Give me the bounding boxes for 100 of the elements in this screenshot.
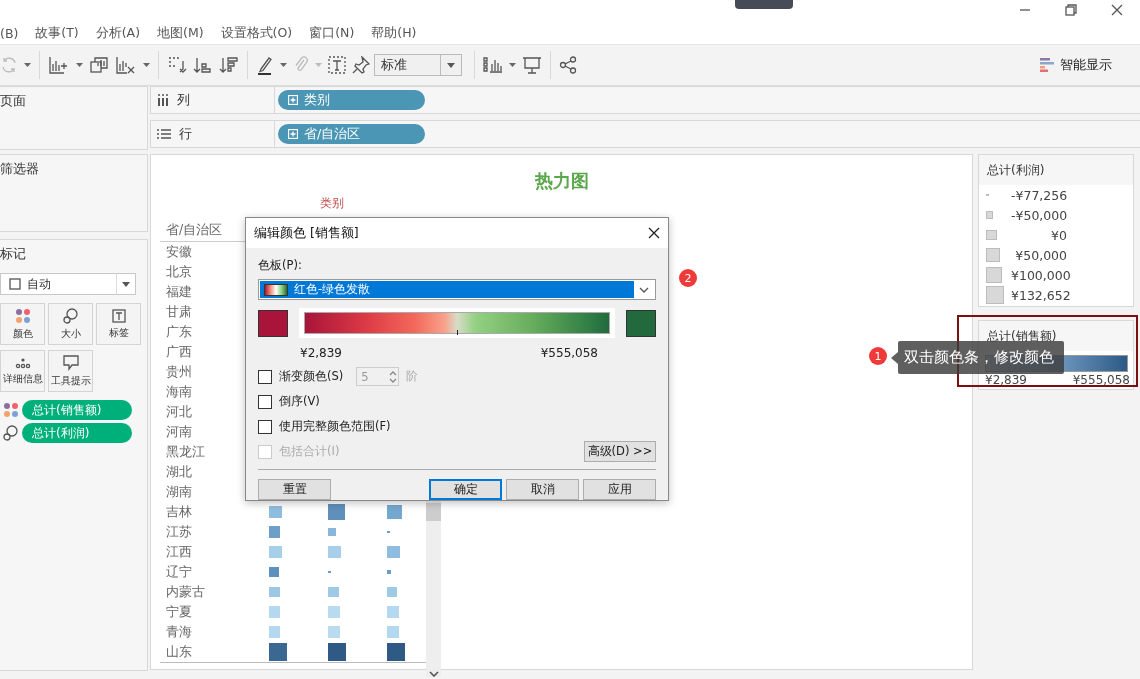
palette-label: 色板(P): bbox=[258, 258, 302, 272]
checkbox-label: 包括合计(I) bbox=[279, 444, 340, 459]
min-value: ¥2,839 bbox=[300, 346, 342, 360]
chevron-down-icon bbox=[639, 286, 649, 293]
callout-tooltip: 双击颜色条，修改颜色 bbox=[898, 341, 1064, 374]
mark-type-dropdown[interactable]: 自动 bbox=[0, 273, 136, 295]
spin-arrows-icon bbox=[388, 369, 399, 384]
caret-icon[interactable] bbox=[280, 63, 287, 67]
checkbox-label: 渐变颜色(S) bbox=[279, 369, 344, 384]
menu-item[interactable]: 地图(M) bbox=[157, 24, 204, 42]
caret-icon[interactable] bbox=[143, 63, 150, 67]
expand-icon bbox=[288, 129, 298, 139]
row-label: 广东 bbox=[165, 323, 193, 341]
row-label: 宁夏 bbox=[165, 603, 193, 621]
text-box-icon[interactable] bbox=[328, 56, 346, 74]
shelf-label: 行 bbox=[179, 125, 192, 143]
checkbox[interactable] bbox=[258, 394, 272, 409]
marks-card[interactable]: 工具提示 bbox=[48, 350, 93, 392]
steps-unit: 阶 bbox=[406, 369, 419, 384]
color-dots-icon bbox=[14, 307, 31, 324]
dialog-title: 编辑颜色 [销售额] bbox=[254, 224, 359, 242]
rows-icon bbox=[157, 128, 171, 140]
row-label: 内蒙古 bbox=[165, 583, 206, 601]
advanced-button[interactable]: 高级(D) >> bbox=[584, 441, 656, 462]
marks-card[interactable]: 颜色 bbox=[0, 303, 45, 345]
color-gradient-bar[interactable] bbox=[304, 312, 610, 334]
close-icon[interactable] bbox=[648, 227, 660, 239]
menu-item[interactable]: 故事(T) bbox=[35, 24, 79, 42]
checkbox-label: 倒序(V) bbox=[279, 394, 320, 409]
pen-icon[interactable] bbox=[256, 55, 274, 75]
add-chart-icon[interactable] bbox=[48, 55, 70, 75]
row-label: 广西 bbox=[165, 343, 193, 361]
caret-icon[interactable] bbox=[76, 63, 83, 67]
swap-icon[interactable] bbox=[167, 55, 187, 75]
chevron-down-icon[interactable] bbox=[428, 671, 439, 677]
checkbox-label: 使用完整颜色范围(F) bbox=[279, 419, 391, 434]
menu-item[interactable]: 分析(A) bbox=[95, 24, 141, 42]
legend-label: -¥50,000 bbox=[1011, 207, 1067, 223]
end-color-swatch[interactable] bbox=[626, 309, 656, 337]
row-label: 江苏 bbox=[165, 523, 193, 541]
chart-title: 热力图 bbox=[533, 169, 590, 191]
caret-icon[interactable] bbox=[509, 63, 516, 67]
dialog-button[interactable]: 应用 bbox=[583, 479, 656, 500]
row-label: 贵州 bbox=[165, 363, 193, 381]
columns-icon bbox=[157, 94, 169, 106]
expand-icon bbox=[288, 95, 298, 105]
caret-icon[interactable] bbox=[24, 63, 31, 67]
dialog-button[interactable]: 重置 bbox=[258, 479, 331, 500]
size-icon bbox=[3, 425, 19, 441]
column-header: 类别 bbox=[320, 195, 344, 212]
restore-icon[interactable] bbox=[1065, 4, 1077, 16]
sort-descending-icon[interactable] bbox=[219, 55, 239, 75]
speech-bubble-icon bbox=[62, 354, 79, 371]
marks-title: 标记 bbox=[0, 245, 27, 263]
duplicate-chart-icon[interactable] bbox=[89, 55, 109, 75]
square-mark-icon bbox=[9, 278, 21, 290]
legend-label: ¥50,000 bbox=[1014, 247, 1067, 263]
palette-dropdown[interactable]: 红色-绿色发散 bbox=[258, 279, 656, 300]
checkbox[interactable] bbox=[258, 419, 272, 434]
row-label: 吉林 bbox=[165, 503, 193, 521]
dialog-button[interactable]: 取消 bbox=[506, 479, 579, 500]
marks-card[interactable]: 大小 bbox=[48, 303, 93, 345]
menu-item[interactable]: 窗口(N) bbox=[309, 24, 355, 42]
marks-card[interactable]: 标签 bbox=[96, 303, 141, 345]
clear-chart-icon[interactable] bbox=[115, 55, 137, 75]
menu-item[interactable]: 设置格式(O) bbox=[220, 24, 293, 42]
menu-item[interactable]: (B) bbox=[0, 25, 19, 41]
share-icon[interactable] bbox=[559, 56, 577, 74]
legend-label: -¥77,256 bbox=[1011, 187, 1067, 203]
show-me-button[interactable]: 智能显示 bbox=[1040, 56, 1112, 74]
row-label: 福建 bbox=[165, 283, 193, 301]
bars-icon bbox=[1040, 58, 1054, 72]
sort-ascending-icon[interactable] bbox=[193, 55, 213, 75]
color-dots-icon bbox=[3, 402, 19, 418]
dialog-button[interactable]: 确定 bbox=[429, 479, 502, 500]
mark-type-dropdown[interactable]: 标准 bbox=[374, 54, 462, 76]
text-label-icon bbox=[111, 308, 126, 323]
presentation-icon[interactable] bbox=[522, 55, 542, 75]
row-label: 海南 bbox=[165, 383, 193, 401]
marks-card[interactable]: 详细信息 bbox=[0, 350, 45, 392]
filters-title: 筛选器 bbox=[0, 160, 40, 178]
row-label: 安徽 bbox=[165, 243, 193, 261]
detail-dots-icon bbox=[14, 356, 31, 369]
scrollbar-thumb[interactable] bbox=[426, 503, 441, 521]
legend-label: ¥555,058 bbox=[1072, 373, 1130, 387]
row-label: 青海 bbox=[165, 623, 193, 641]
pages-title: 页面 bbox=[0, 92, 27, 110]
start-color-swatch[interactable] bbox=[258, 309, 288, 337]
pin-icon[interactable] bbox=[352, 56, 370, 74]
bar-chart-icon[interactable] bbox=[483, 56, 503, 74]
row-label: 辽宁 bbox=[165, 563, 193, 581]
row-label: 江西 bbox=[165, 543, 193, 561]
shelf-label: 列 bbox=[177, 91, 190, 109]
checkbox[interactable] bbox=[258, 369, 272, 384]
close-icon[interactable] bbox=[1111, 4, 1123, 16]
legend-label: ¥0 bbox=[1050, 227, 1067, 243]
row-label: 河北 bbox=[165, 403, 193, 421]
max-value: ¥555,058 bbox=[540, 346, 598, 360]
menu-item[interactable]: 帮助(H) bbox=[371, 24, 417, 42]
tooltip-pointer bbox=[891, 352, 898, 364]
